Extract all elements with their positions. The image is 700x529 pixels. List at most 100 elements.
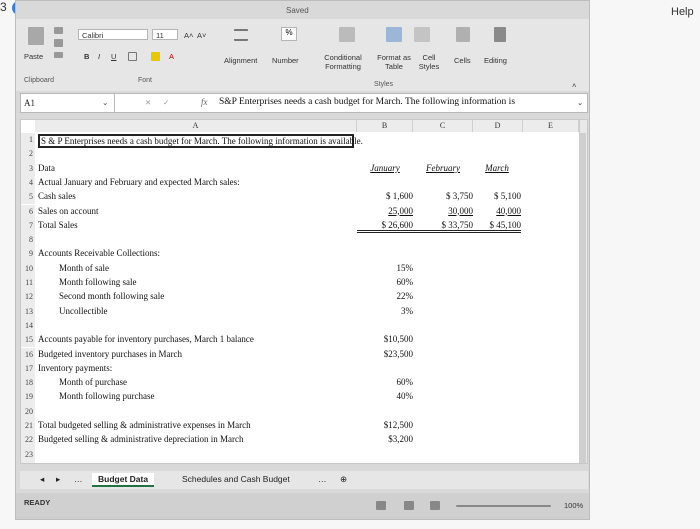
cell-b7[interactable]: $ 26,600 [357,220,413,233]
cell-c6[interactable]: 30,000 [413,206,473,216]
format-as-table-icon[interactable] [386,27,402,42]
page-layout-icon[interactable] [404,501,414,510]
scroll-thumb[interactable] [580,133,586,463]
cell-b5[interactable]: $ 1,600 [357,191,413,201]
cell-c3[interactable]: February [413,163,473,173]
row-number[interactable]: 4 [21,175,35,191]
tab-budget-data[interactable]: Budget Data [92,473,155,487]
row-number[interactable]: 10 [21,261,35,276]
borders-icon[interactable] [128,52,137,61]
cell-b11[interactable]: 60% [357,277,414,287]
row-number[interactable]: 15 [21,333,35,348]
cell-a10[interactable]: Month of sale [59,263,109,273]
zoom-level[interactable]: 100% [564,501,583,510]
cell-a21[interactable]: Total budgeted selling & administrative … [38,420,251,430]
underline-button[interactable]: U [111,52,116,61]
alignment-icon[interactable] [234,29,248,41]
add-sheet-icon[interactable]: ⊕ [334,473,353,486]
cell-b6[interactable]: 25,000 [357,206,413,216]
row-number[interactable]: 3 [21,161,35,176]
alignment-button[interactable]: Alignment [224,56,257,65]
cell-a12[interactable]: Second month following sale [59,291,164,301]
formula-content[interactable]: S&P Enterprises needs a cash budget for … [219,97,515,107]
row-number[interactable]: 7 [21,218,35,234]
row-number[interactable]: 8 [21,233,35,248]
cell-d6[interactable]: 40,000 [473,206,521,216]
vertical-scrollbar[interactable] [579,120,587,463]
row-number[interactable]: 17 [21,361,35,377]
copy-icon[interactable] [54,39,63,47]
collapse-ribbon-icon[interactable]: ˄ [572,81,576,90]
cell-b13[interactable]: 3% [357,306,413,316]
fx-icon[interactable]: fx [201,97,208,107]
cell-d5[interactable]: $ 5,100 [473,191,521,201]
cell-a3[interactable]: Data [38,163,55,173]
cell-a1[interactable]: S & P Enterprises needs a cash budget fo… [38,134,363,148]
row-number[interactable]: 16 [21,347,35,362]
conditional-formatting-icon[interactable] [339,27,355,42]
normal-view-icon[interactable] [376,501,386,510]
italic-button[interactable]: I [98,52,100,61]
row-number[interactable]: 20 [21,404,35,419]
row-number[interactable]: 23 [21,447,35,462]
tab-prev-arrow[interactable]: ◂ [34,473,50,486]
cell-b10[interactable]: 15% [357,263,414,273]
percent-icon[interactable]: % [281,27,297,41]
format-painter-icon[interactable] [54,52,63,58]
grow-font-button[interactable]: A˄ [184,31,193,40]
cell-b15[interactable]: $10,500 [357,334,413,344]
cell-a19[interactable]: Month following purchase [59,391,154,401]
tab-more[interactable]: … [68,473,89,485]
column-header-e[interactable]: E [523,120,579,132]
cell-a11[interactable]: Month following sale [59,277,137,287]
cells-button[interactable]: Cells [454,56,471,65]
bold-button[interactable]: B [84,52,89,61]
editing-button[interactable]: Editing [484,56,507,65]
cell-a18[interactable]: Month of purchase [59,377,127,387]
cell-a15[interactable]: Accounts payable for inventory purchases… [38,334,254,344]
row-number[interactable]: 12 [21,290,35,305]
conditional-formatting-button[interactable]: Conditional Formatting [308,53,378,71]
page-break-icon[interactable] [430,501,440,510]
expand-formula-icon[interactable]: ⌄ [577,98,583,107]
cell-b18[interactable]: 60% [357,377,414,387]
cell-b21[interactable]: $12,500 [357,420,413,430]
row-number[interactable]: 6 [21,204,35,219]
row-number[interactable]: 18 [21,376,35,391]
cell-c7[interactable]: $ 33,750 [413,220,473,233]
cell-a22[interactable]: Budgeted selling & administrative deprec… [38,434,243,444]
row-number[interactable]: 24 [21,461,35,463]
row-number[interactable]: 13 [21,304,35,319]
name-box-dropdown-icon[interactable]: ⌄ [102,98,108,107]
row-number[interactable]: 22 [21,433,35,448]
paste-icon[interactable] [28,27,44,45]
cell-styles-icon[interactable] [414,27,430,42]
cell-b12[interactable]: 22% [357,291,414,301]
cell-a4[interactable]: Actual January and February and expected… [38,177,240,187]
cut-icon[interactable] [54,27,63,34]
cell-b16[interactable]: $23,500 [357,349,413,359]
row-number[interactable]: 9 [21,247,35,262]
worksheet-grid[interactable]: A B C D E 1S & P Enterprises needs a cas… [20,119,588,464]
cell-c5[interactable]: $ 3,750 [413,191,473,201]
format-as-table-button[interactable]: Format as Table [371,53,417,71]
cell-styles-button[interactable]: Cell Styles [414,53,444,71]
column-header-c[interactable]: C [413,120,473,132]
enter-icon[interactable]: ✓ [163,98,169,107]
cell-a17[interactable]: Inventory payments: [38,363,112,373]
name-box[interactable]: A1 [21,94,115,112]
row-number[interactable]: 19 [21,390,35,405]
column-header-a[interactable]: A [35,120,357,132]
column-header-b[interactable]: B [357,120,413,132]
cell-d7[interactable]: $ 45,100 [473,220,521,233]
cell-a6[interactable]: Sales on account [38,206,98,216]
cell-b19[interactable]: 40% [357,391,414,401]
row-number[interactable]: 21 [21,419,35,434]
tab-schedules-and-cash-budget[interactable]: Schedules and Cash Budget [176,473,296,485]
shrink-font-button[interactable]: A˅ [197,31,206,40]
number-button[interactable]: Number [272,56,299,65]
fill-color-icon[interactable] [151,52,160,61]
row-number[interactable]: 11 [21,276,35,291]
cell-a24[interactable]: Other budgeted cash disbursements in Mar… [38,463,201,464]
cell-a13[interactable]: Uncollectible [59,306,107,316]
